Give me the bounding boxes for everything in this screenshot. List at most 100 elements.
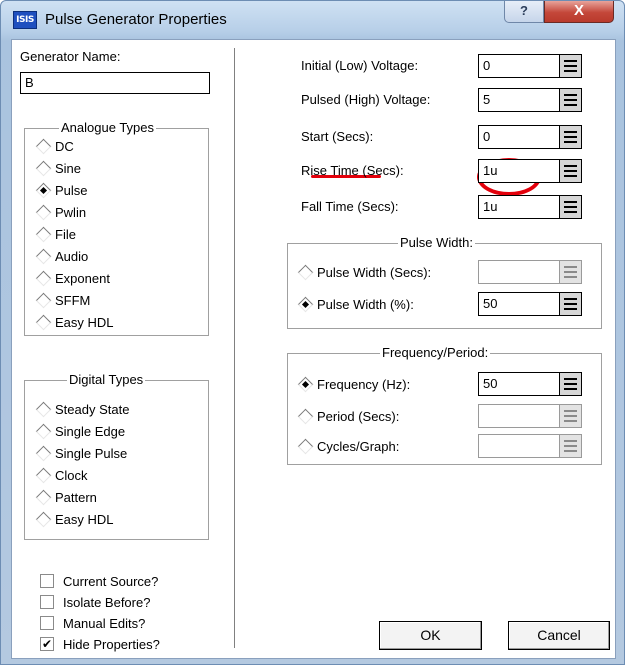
radio-diamond-icon	[35, 270, 52, 286]
radio-digital-easy-hdl[interactable]: Easy HDL	[32, 509, 114, 529]
spin-arrows-icon[interactable]	[560, 125, 582, 149]
radio-label: Clock	[55, 467, 88, 483]
pulse-width-input-1-value[interactable]: 50	[478, 292, 560, 316]
field-label: Rise Time (Secs):	[301, 163, 404, 178]
field-input-3-value[interactable]: 1u	[478, 159, 560, 183]
radio-label: File	[55, 226, 76, 242]
checkbox-hide-properties[interactable]: ✔ Hide Properties?	[40, 634, 160, 654]
checkbox-current-source[interactable]: Current Source?	[40, 571, 158, 591]
field-input-2[interactable]: 0	[478, 125, 582, 149]
radio-label: DC	[55, 138, 74, 154]
checkbox-manual-edits[interactable]: Manual Edits?	[40, 613, 145, 633]
radio-analogue-easy-hdl[interactable]: Easy HDL	[32, 312, 114, 332]
radio-digital-steady-state[interactable]: Steady State	[32, 399, 129, 419]
radio-freq-0[interactable]: Frequency (Hz):	[294, 374, 410, 394]
pulse-width-group: Pulse Width:	[287, 235, 602, 329]
radio-label: Sine	[55, 160, 82, 176]
checkbox-label: Current Source?	[63, 573, 159, 589]
spin-arrows-icon[interactable]	[560, 195, 582, 219]
radio-diamond-icon	[35, 138, 52, 154]
spin-arrows-icon[interactable]	[560, 404, 582, 428]
radio-freq-1[interactable]: Period (Secs):	[294, 406, 399, 426]
radio-diamond-icon	[35, 204, 52, 220]
pulse-width-input-0-value[interactable]	[478, 260, 560, 284]
checkbox-isolate-before[interactable]: Isolate Before?	[40, 592, 150, 612]
radio-diamond-icon	[35, 226, 52, 242]
checkbox-label: Isolate Before?	[63, 594, 151, 610]
radio-analogue-sffm[interactable]: SFFM	[32, 290, 90, 310]
generator-name-input[interactable]: B	[20, 72, 210, 94]
radio-analogue-dc[interactable]: DC	[32, 136, 74, 156]
radio-analogue-audio[interactable]: Audio	[32, 246, 88, 266]
field-input-3[interactable]: 1u	[478, 159, 582, 183]
freq-input-2[interactable]	[478, 434, 582, 458]
digital-types-title: Digital Types	[67, 372, 146, 387]
spin-arrows-icon[interactable]	[560, 372, 582, 396]
spin-arrows-icon[interactable]	[560, 88, 582, 112]
radio-diamond-icon	[35, 511, 52, 527]
field-input-4[interactable]: 1u	[478, 195, 582, 219]
field-label: Fall Time (Secs):	[301, 199, 399, 214]
radio-diamond-icon	[35, 467, 52, 483]
radio-label: Pattern	[55, 489, 97, 505]
spin-arrows-icon[interactable]	[560, 434, 582, 458]
radio-analogue-exponent[interactable]: Exponent	[32, 268, 110, 288]
field-input-4-value[interactable]: 1u	[478, 195, 560, 219]
radio-label: Period (Secs):	[317, 408, 400, 424]
field-input-1-value[interactable]: 5	[478, 88, 560, 112]
checkbox-label: Hide Properties?	[63, 636, 160, 652]
radio-diamond-icon	[297, 264, 314, 280]
radio-label: Pulse Width (%):	[317, 296, 414, 312]
radio-analogue-pulse[interactable]: Pulse	[32, 180, 88, 200]
radio-diamond-icon	[35, 445, 52, 461]
radio-digital-single-pulse[interactable]: Single Pulse	[32, 443, 127, 463]
spin-arrows-icon[interactable]	[560, 54, 582, 78]
freq-input-1[interactable]	[478, 404, 582, 428]
radio-analogue-sine[interactable]: Sine	[32, 158, 81, 178]
radio-diamond-icon	[35, 182, 52, 198]
field-input-0-value[interactable]: 0	[478, 54, 560, 78]
radio-diamond-icon	[35, 489, 52, 505]
help-button[interactable]: ?	[504, 1, 544, 23]
radio-diamond-icon	[35, 292, 52, 308]
title-bar[interactable]: ISIS Pulse Generator Properties ? X	[1, 1, 624, 39]
pulse-width-input-0[interactable]	[478, 260, 582, 284]
window-title: Pulse Generator Properties	[45, 11, 227, 28]
spin-arrows-icon[interactable]	[560, 159, 582, 183]
field-label: Initial (Low) Voltage:	[301, 58, 419, 73]
pulse-width-input-1[interactable]: 50	[478, 292, 582, 316]
dialog-body: Generator Name: B Analogue Types Digital…	[11, 39, 616, 659]
freq-input-2-value[interactable]	[478, 434, 560, 458]
cancel-button[interactable]: Cancel	[508, 621, 610, 650]
radio-label: Easy HDL	[55, 314, 114, 330]
radio-label: Frequency (Hz):	[317, 376, 411, 392]
radio-label: Cycles/Graph:	[317, 438, 400, 454]
spin-arrows-icon[interactable]	[560, 292, 582, 316]
radio-freq-2[interactable]: Cycles/Graph:	[294, 436, 399, 456]
radio-pulse-width-0[interactable]: Pulse Width (Secs):	[294, 262, 431, 282]
radio-analogue-pwlin[interactable]: Pwlin	[32, 202, 86, 222]
freq-input-0[interactable]: 50	[478, 372, 582, 396]
radio-pulse-width-1[interactable]: Pulse Width (%):	[294, 294, 414, 314]
radio-label: Single Edge	[55, 423, 126, 439]
freq-input-1-value[interactable]	[478, 404, 560, 428]
frequency-period-title: Frequency/Period:	[380, 345, 491, 360]
field-input-2-value[interactable]: 0	[478, 125, 560, 149]
ok-button[interactable]: OK	[379, 621, 482, 650]
freq-input-0-value[interactable]: 50	[478, 372, 560, 396]
field-input-0[interactable]: 0	[478, 54, 582, 78]
spin-arrows-icon[interactable]	[560, 260, 582, 284]
radio-digital-clock[interactable]: Clock	[32, 465, 88, 485]
radio-diamond-icon	[35, 248, 52, 264]
radio-label: Pulse Width (Secs):	[317, 264, 432, 280]
field-input-1[interactable]: 5	[478, 88, 582, 112]
radio-digital-single-edge[interactable]: Single Edge	[32, 421, 125, 441]
radio-diamond-icon	[35, 423, 52, 439]
radio-diamond-icon	[297, 296, 314, 312]
field-label: Start (Secs):	[301, 129, 374, 144]
radio-label: Easy HDL	[55, 511, 114, 527]
radio-digital-pattern[interactable]: Pattern	[32, 487, 97, 507]
generator-name-label: Generator Name:	[20, 49, 121, 64]
close-button[interactable]: X	[544, 1, 614, 23]
radio-analogue-file[interactable]: File	[32, 224, 76, 244]
